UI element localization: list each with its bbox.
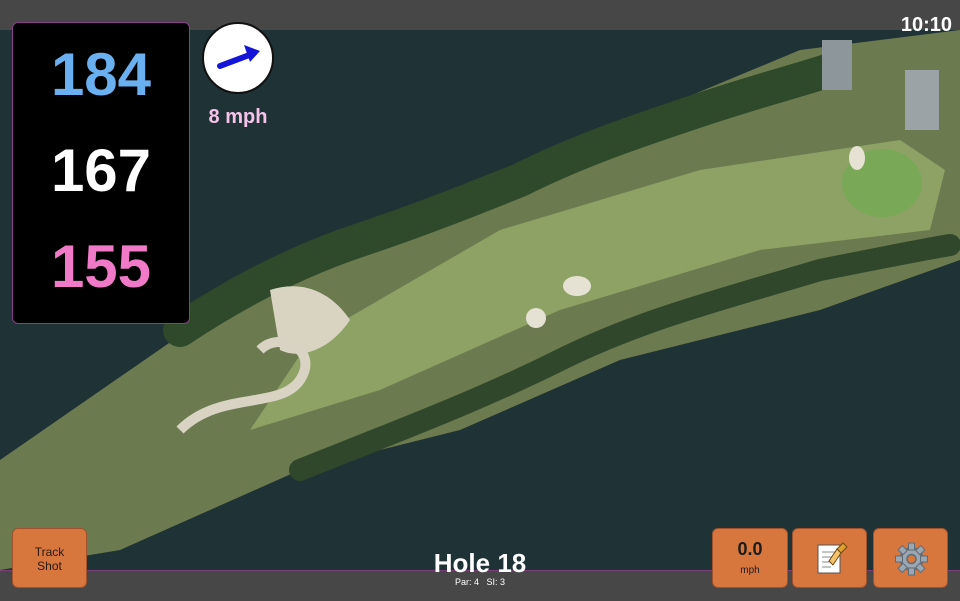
- speed-button[interactable]: 0.0 mph: [712, 528, 788, 588]
- track-shot-label-line2: Shot: [37, 559, 62, 573]
- wind-speed-label: 8 mph: [208, 106, 268, 128]
- back-distance: 184: [50, 41, 152, 108]
- hole-stroke-index: SI: 3: [486, 577, 506, 587]
- track-shot-button[interactable]: Track Shot: [12, 528, 87, 588]
- notes-icon: [817, 542, 848, 574]
- clock: 10:10: [900, 14, 952, 36]
- front-distance: 155: [50, 233, 152, 300]
- notes-button[interactable]: [792, 528, 867, 588]
- middle-distance: 167: [50, 137, 152, 204]
- track-shot-label-line1: Track: [34, 545, 65, 559]
- hole-par: Par: 4: [454, 577, 479, 587]
- wind-indicator: [202, 22, 274, 94]
- hole-info: Par: 4 SI: 3: [380, 577, 580, 587]
- gear-icon: [895, 542, 928, 576]
- wind-arrow-icon: [217, 45, 260, 69]
- settings-button[interactable]: [873, 528, 948, 588]
- distance-panel: 184 167 155: [12, 22, 190, 324]
- speed-value: 0.0: [737, 539, 763, 559]
- speed-unit: mph: [740, 565, 760, 576]
- hole-title: Hole 18: [433, 548, 527, 578]
